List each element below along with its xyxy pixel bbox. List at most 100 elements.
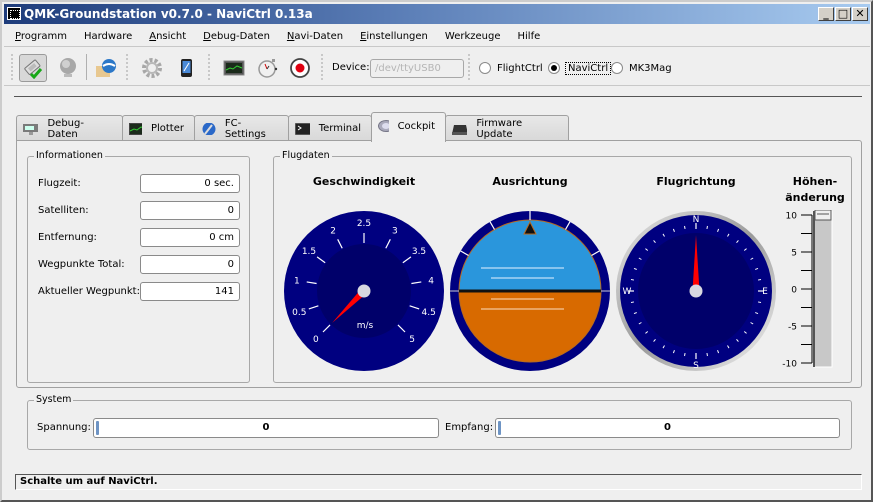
climb-indicator: 1050-5-10	[779, 210, 839, 370]
menu-navi-daten[interactable]: Navi-Daten	[287, 26, 350, 46]
climb-slider-handle[interactable]	[815, 210, 831, 220]
speed-gauge: 00.511.522.533.544.55 m/s	[283, 210, 445, 372]
minimize-button[interactable]: _	[818, 7, 834, 21]
compass-tick	[631, 302, 634, 303]
toolbar: Device: /dev/ttyUSB0 FlightCtrl NaviCtrl…	[4, 48, 870, 86]
tab-firmware-update[interactable]: Firmware Update	[445, 115, 569, 141]
speed-tick-label: 5	[409, 335, 415, 345]
speed-tick-label: 4.5	[422, 308, 436, 318]
map-button[interactable]	[92, 54, 120, 82]
menu-bar: Programm Hardware Ansicht Debug-Daten Na…	[4, 26, 870, 47]
compass-tick	[685, 226, 686, 229]
speed-tick-label: 0.5	[292, 308, 306, 318]
progress-chunk	[498, 421, 501, 435]
speed-tick-label: 3.5	[412, 247, 426, 257]
maximize-button[interactable]: □	[835, 7, 851, 21]
empfang-label: Empfang:	[445, 422, 493, 433]
speed-tick-label: 1.5	[302, 247, 316, 257]
record-button[interactable]	[286, 54, 314, 82]
informationen-group: Informationen Flugzeit: 0 sec. Satellite…	[27, 156, 250, 383]
tab-cockpit[interactable]: Cockpit	[371, 112, 446, 142]
spannung-progress: 0	[93, 418, 439, 438]
title-bar[interactable]: QMK-Groundstation v0.7.0 - NaviCtrl 0.13…	[4, 4, 870, 24]
climb-tick-label: -10	[782, 360, 797, 370]
radio-mk3mag[interactable]: MK3Mag	[611, 62, 672, 74]
cockpit-panel: Informationen Flugzeit: 0 sec. Satellite…	[16, 140, 862, 388]
radio-flightctrl[interactable]: FlightCtrl	[479, 62, 543, 74]
toolbar-grip[interactable]	[321, 54, 324, 80]
compass-s: S	[693, 361, 699, 371]
window-title: QMK-Groundstation v0.7.0 - NaviCtrl 0.13…	[24, 7, 313, 21]
speed-tick-label: 3	[392, 226, 398, 236]
toolbar-separator	[86, 54, 87, 80]
flugzeit-field[interactable]: 0 sec.	[140, 174, 240, 193]
compass-w: W	[623, 287, 632, 297]
climb-title-line1: Höhen-	[780, 175, 850, 188]
stopwatch-button[interactable]	[254, 54, 282, 82]
speed-tick-label: 2	[330, 226, 336, 236]
radio-navictrl[interactable]: NaviCtrl	[548, 62, 610, 74]
speed-tick-label: 1	[294, 276, 300, 286]
handheld-icon	[175, 57, 197, 79]
heading-title: Flugrichtung	[626, 175, 766, 188]
app-icon	[7, 7, 21, 20]
tab-debug-daten[interactable]: Debug-Daten	[16, 115, 123, 141]
monitor-button[interactable]	[220, 54, 248, 82]
compass-tick	[707, 353, 708, 356]
wegpunkte-total-label: Wegpunkte Total:	[38, 259, 125, 270]
compass-e: E	[762, 287, 768, 297]
aktueller-wegpunkt-field[interactable]: 141	[140, 282, 240, 301]
handheld-button[interactable]	[172, 54, 200, 82]
radio-button[interactable]	[611, 62, 623, 74]
attitude-indicator	[449, 210, 611, 372]
aktueller-wegpunkt-label: Aktueller Wegpunkt:	[38, 286, 140, 297]
compass-tick	[707, 226, 708, 229]
close-button[interactable]: ✕	[852, 7, 868, 21]
flugzeit-label: Flugzeit:	[38, 178, 81, 189]
device-input[interactable]: /dev/ttyUSB0	[370, 59, 464, 78]
toolbar-grip[interactable]	[126, 54, 129, 80]
divider	[14, 96, 862, 97]
tab-terminal[interactable]: Terminal	[288, 115, 372, 141]
globe-button[interactable]	[54, 54, 82, 82]
chip-icon	[452, 123, 467, 135]
radio-button[interactable]	[548, 62, 560, 74]
menu-debug-daten[interactable]: Debug-Daten	[203, 26, 277, 46]
speed-needle-hub	[358, 285, 371, 298]
gear-icon	[141, 57, 163, 79]
toolbar-grip[interactable]	[11, 54, 14, 80]
menu-programm[interactable]: Programm	[15, 26, 74, 46]
radio-button[interactable]	[479, 62, 491, 74]
wrench-icon	[201, 123, 216, 135]
wegpunkte-total-field[interactable]: 0	[140, 255, 240, 274]
climb-title-line2: änderung	[780, 191, 850, 204]
entfernung-field[interactable]: 0 cm	[140, 228, 240, 247]
connect-button[interactable]	[19, 54, 47, 82]
toolbar-grip[interactable]	[208, 54, 211, 80]
menu-hilfe[interactable]: Hilfe	[518, 26, 548, 46]
speed-tick-label: 4	[428, 276, 434, 286]
entfernung-label: Entfernung:	[38, 232, 97, 243]
menu-hardware[interactable]: Hardware	[84, 26, 139, 46]
spannung-label: Spannung:	[37, 422, 91, 433]
climb-track	[814, 211, 832, 367]
flugdaten-title: Flugdaten	[280, 150, 332, 161]
cockpit-icon	[378, 120, 389, 132]
toolbar-grip[interactable]	[468, 54, 471, 80]
connect-icon	[22, 57, 44, 79]
satelliten-field[interactable]: 0	[140, 201, 240, 220]
climb-tick-label: 10	[786, 212, 798, 222]
compass: N E S W	[615, 210, 777, 372]
tab-plotter[interactable]: Plotter	[122, 115, 195, 141]
progress-chunk	[96, 421, 99, 435]
record-icon	[289, 57, 311, 79]
menu-ansicht[interactable]: Ansicht	[149, 26, 193, 46]
map-icon	[95, 57, 117, 79]
satelliten-label: Satelliten:	[38, 205, 89, 216]
menu-einstellungen[interactable]: Einstellungen	[360, 26, 435, 46]
menu-werkzeuge[interactable]: Werkzeuge	[445, 26, 508, 46]
speed-unit-label: m/s	[357, 321, 374, 331]
settings-button[interactable]	[138, 54, 166, 82]
tab-fc-settings[interactable]: FC-Settings	[194, 115, 289, 141]
status-bar: Schalte um auf NaviCtrl.	[15, 474, 862, 490]
